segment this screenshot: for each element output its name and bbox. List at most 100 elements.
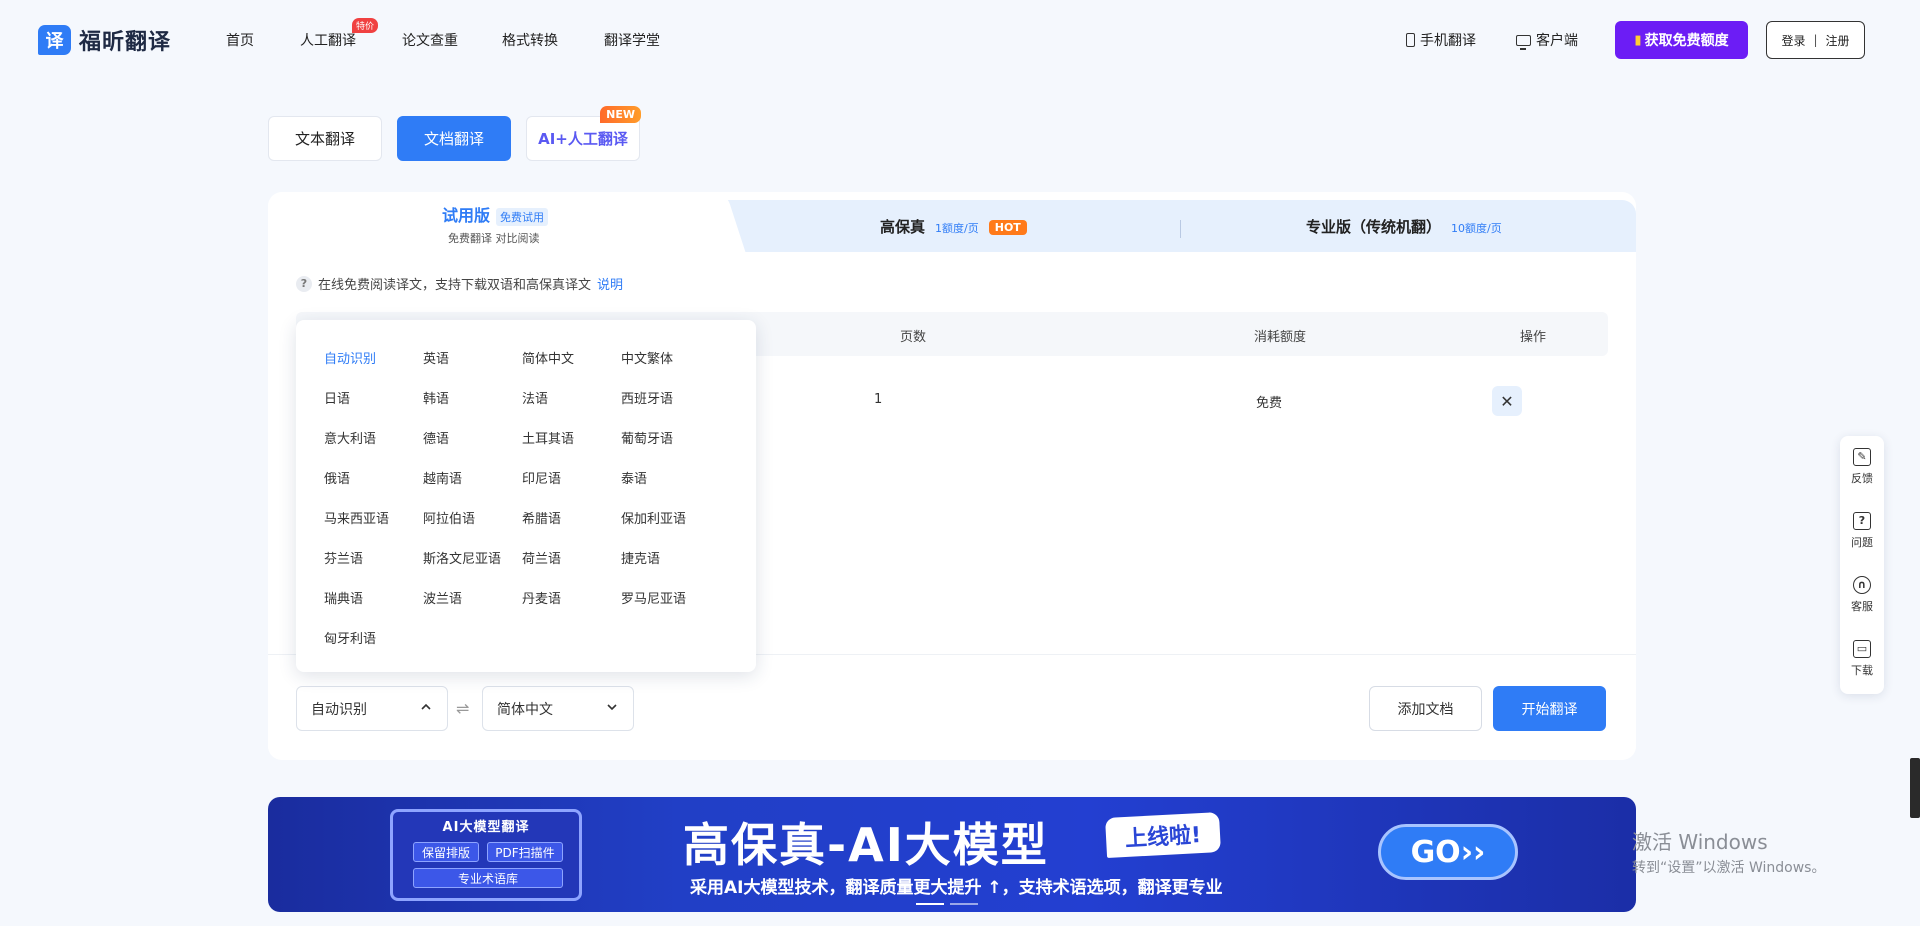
add-document-button[interactable]: 添加文档 [1369,686,1482,731]
language-option[interactable]: 泰语 [621,468,647,487]
start-translate-button[interactable]: 开始翻译 [1493,686,1606,731]
headset-icon: ∩ [1853,576,1871,594]
language-option[interactable]: 保加利亚语 [621,508,686,527]
question-icon: ? [1853,512,1871,530]
language-option[interactable]: 捷克语 [621,548,660,567]
tab-document-translate[interactable]: 文档翻译 [397,116,511,161]
language-option[interactable]: 马来西亚语 [324,508,389,527]
nav-translation-school[interactable]: 翻译学堂 [604,30,660,50]
language-option[interactable]: 日语 [324,388,350,407]
language-option[interactable]: 自动识别 [324,348,376,367]
desktop-client-link[interactable]: 客户端 [1516,30,1578,50]
side-download-label: 下载 [1851,664,1873,677]
language-option[interactable]: 德语 [423,428,449,447]
hot-badge: HOT [988,220,1027,235]
banner-live-badge: 上线啦! [1105,812,1221,858]
th-action: 操作 [1520,330,1547,345]
top-header: 译 福昕翻译 首页 人工翻译 特价 论文查重 格式转换 翻译学堂 手机翻译 客户… [0,0,1920,80]
login-button[interactable]: 登录 [1781,32,1805,49]
tab-trial-label: 试用版 [442,206,491,225]
tab-trial-title[interactable]: 试用版 免费试用 [442,202,549,226]
divider: | [1813,33,1818,47]
side-feedback-label: 反馈 [1851,472,1873,485]
chevron-down-icon [607,704,617,711]
source-language-select[interactable]: 自动识别 [296,686,448,731]
info-link[interactable]: 说明 [597,274,623,293]
language-option[interactable]: 丹麦语 [522,588,561,607]
target-language-select[interactable]: 简体中文 [482,686,634,731]
language-option[interactable]: 匈牙利语 [324,628,376,647]
info-text: 在线免费阅读译文，支持下载双语和高保真译文 [318,278,592,293]
banner-dot-2[interactable] [950,903,978,905]
tab-professional[interactable]: 专业版（传统机翻） 10额度/页 [1306,216,1506,237]
language-option[interactable]: 波兰语 [423,588,462,607]
language-option[interactable]: 荷兰语 [522,548,561,567]
tab-ai-human-translate[interactable]: AI+ 人工翻译 NEW [526,106,641,161]
th-pages: 页数 [900,330,927,345]
language-option[interactable]: 西班牙语 [621,388,673,407]
tab-divider [1180,220,1181,238]
language-option[interactable]: 印尼语 [522,468,561,487]
mobile-translate-link[interactable]: 手机翻译 [1406,30,1476,50]
language-option[interactable]: 斯洛文尼亚语 [423,548,501,567]
logo-text: 福昕翻译 [79,30,172,55]
banner-go-button[interactable]: GO›› [1378,824,1518,880]
nav-human-translation[interactable]: 人工翻译 特价 [300,18,379,50]
language-option[interactable]: 俄语 [324,468,350,487]
scrollbar-thumb[interactable] [1910,758,1920,818]
side-service[interactable]: ∩ 客服 [1840,576,1884,614]
new-badge: NEW [600,106,641,123]
tab-text-translate[interactable]: 文本翻译 [268,116,382,161]
language-option[interactable]: 中文繁体 [621,348,673,367]
language-option[interactable]: 韩语 [423,388,449,407]
mobile-translate-label: 手机翻译 [1420,33,1476,49]
language-option[interactable]: 简体中文 [522,348,574,367]
source-language-value: 自动识别 [311,701,367,718]
row-pages: 1 [874,392,883,407]
monitor-icon [1516,34,1531,50]
language-option[interactable]: 土耳其语 [522,428,574,447]
side-download[interactable]: ▭ 下载 [1840,640,1884,678]
promo-banner[interactable]: AI大模型翻译 保留排版 PDF扫描件 专业术语库 高保真-AI大模型 上线啦!… [268,797,1636,912]
language-option[interactable]: 葡萄牙语 [621,428,673,447]
nav-plagiarism-check[interactable]: 论文查重 [402,30,458,50]
language-option[interactable]: 阿拉伯语 [423,508,475,527]
phone-icon [1406,33,1415,47]
language-option[interactable]: 瑞典语 [324,588,363,607]
language-option[interactable]: 越南语 [423,468,462,487]
row-cost: 免费 [1256,396,1283,411]
register-button[interactable]: 注册 [1826,32,1850,49]
nav-human-translation-label: 人工翻译 [300,33,356,49]
logo-icon: 译 [38,25,71,55]
hifi-price-tag: 1额度/页 [931,218,983,237]
delete-file-button[interactable]: ✕ [1492,386,1522,416]
language-option[interactable]: 法语 [522,388,548,407]
logo[interactable]: 译 福昕翻译 [38,24,171,56]
side-question[interactable]: ? 问题 [1840,512,1884,550]
language-option[interactable]: 罗马尼亚语 [621,588,686,607]
banner-chip-title: AI大模型翻译 [442,820,530,835]
watermark-line-1: 激活 Windows [1632,830,1768,854]
get-free-credit-button[interactable]: ▮ 获取免费额度 [1615,21,1748,59]
get-free-credit-label: 获取免费额度 [1644,33,1729,49]
banner-title: 高保真-AI大模型 [683,818,1049,872]
banner-pill-terms: 专业术语库 [413,868,563,888]
swap-languages-icon[interactable]: ⇌ [456,699,469,718]
nav-home[interactable]: 首页 [226,30,254,50]
th-cost: 消耗额度 [1254,330,1307,345]
nav-format-convert[interactable]: 格式转换 [502,30,558,50]
language-option[interactable]: 芬兰语 [324,548,363,567]
watermark-line-2: 转到“设置”以激活 Windows。 [1632,860,1826,876]
language-option[interactable]: 希腊语 [522,508,561,527]
help-icon[interactable]: ? [296,275,312,292]
tab-professional-label: 专业版（传统机翻） [1306,218,1442,236]
side-question-label: 问题 [1851,536,1873,549]
sale-badge: 特价 [352,18,379,33]
banner-pill-layout: 保留排版 [413,842,479,862]
banner-dot-1[interactable] [916,903,944,905]
ai-prefix: AI+ [538,129,568,148]
language-option[interactable]: 英语 [423,348,449,367]
side-feedback[interactable]: ✎ 反馈 [1840,448,1884,486]
language-option[interactable]: 意大利语 [324,428,376,447]
tab-high-fidelity[interactable]: 高保真 1额度/页 HOT [880,216,1027,237]
